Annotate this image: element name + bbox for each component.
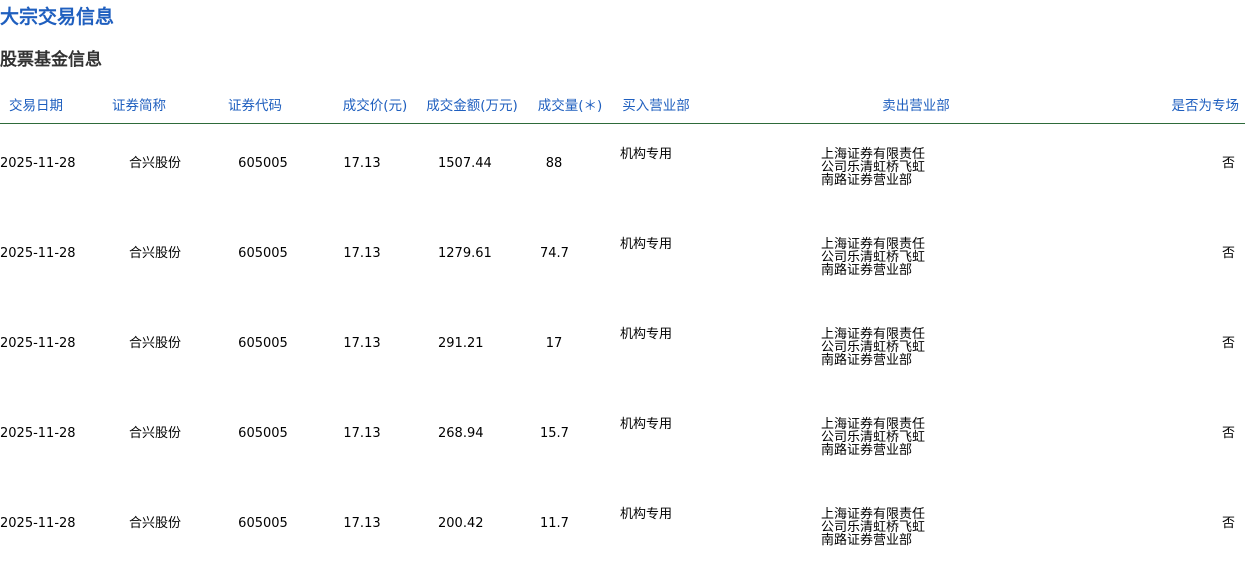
table-row: 2025-11-28 合兴股份 605005 17.13 1279.61 74.7 机构专用… <box>0 214 1245 304</box>
cell-security-name: 合兴股份 <box>128 516 181 531</box>
cell-price: 17.13 <box>343 336 381 351</box>
cell-special: 否 <box>1221 156 1235 171</box>
cell-volume: 15.7 <box>540 426 569 441</box>
cell-special: 否 <box>1221 516 1235 531</box>
cell-security-code: 605005 <box>238 156 288 171</box>
cell-buyer: 机构专用 <box>620 147 673 162</box>
cell-seller: 上海证券有限责任公司乐清虹桥飞虹南路证券营业部 <box>821 147 926 188</box>
cell-amount: 1507.44 <box>438 156 492 171</box>
header-security-code: 证券代码 <box>228 98 282 114</box>
cell-amount: 1279.61 <box>438 246 492 261</box>
cell-special: 否 <box>1221 336 1235 351</box>
cell-security-code: 605005 <box>238 516 288 531</box>
cell-seller: 上海证券有限责任公司乐清虹桥飞虹南路证券营业部 <box>821 327 926 368</box>
table-row: 2025-11-28 合兴股份 605005 17.13 268.94 15.7 机构专用 上… <box>0 394 1245 484</box>
cell-security-code: 605005 <box>238 336 288 351</box>
header-buyer: 买入营业部 <box>622 98 690 114</box>
cell-security-name: 合兴股份 <box>128 426 181 441</box>
cell-price: 17.13 <box>343 516 381 531</box>
header-volume: 成交量(＊) <box>537 98 603 114</box>
cell-buyer: 机构专用 <box>620 417 673 432</box>
cell-buyer: 机构专用 <box>620 507 673 522</box>
cell-buyer: 机构专用 <box>620 237 673 252</box>
header-amount: 成交金额(万元) <box>426 98 518 114</box>
cell-trade-date: 2025-11-28 <box>0 156 76 171</box>
header-price: 成交价(元) <box>342 98 408 114</box>
section-title: 股票基金信息 <box>0 50 102 70</box>
cell-price: 17.13 <box>343 156 381 171</box>
cell-security-name: 合兴股份 <box>128 246 181 261</box>
cell-trade-date: 2025-11-28 <box>0 336 76 351</box>
header-security-name: 证券简称 <box>112 98 166 114</box>
cell-amount: 291.21 <box>438 336 484 351</box>
cell-trade-date: 2025-11-28 <box>0 426 76 441</box>
cell-amount: 200.42 <box>438 516 484 531</box>
cell-volume: 74.7 <box>540 246 569 261</box>
cell-security-code: 605005 <box>238 426 288 441</box>
cell-volume: 88 <box>545 156 563 171</box>
cell-volume: 11.7 <box>540 516 569 531</box>
table-header: 交易日期 证券简称 证券代码 成交价(元) 成交金额(万元) 成交量(＊) 买入… <box>0 88 1245 124</box>
cell-seller: 上海证券有限责任公司乐清虹桥飞虹南路证券营业部 <box>821 417 926 458</box>
cell-price: 17.13 <box>343 246 381 261</box>
cell-security-code: 605005 <box>238 246 288 261</box>
page-title: 大宗交易信息 <box>0 6 115 28</box>
cell-buyer: 机构专用 <box>620 327 673 342</box>
cell-seller: 上海证券有限责任公司乐清虹桥飞虹南路证券营业部 <box>821 507 926 548</box>
cell-trade-date: 2025-11-28 <box>0 516 76 531</box>
cell-security-name: 合兴股份 <box>128 156 181 171</box>
header-special: 是否为专场 <box>1171 98 1240 114</box>
cell-security-name: 合兴股份 <box>128 336 181 351</box>
header-trade-date: 交易日期 <box>9 98 63 114</box>
cell-special: 否 <box>1221 246 1235 261</box>
table-row: 2025-11-28 合兴股份 605005 17.13 1507.44 88 机构专用 上海… <box>0 124 1245 214</box>
cell-trade-date: 2025-11-28 <box>0 246 76 261</box>
table-row: 2025-11-28 合兴股份 605005 17.13 291.21 17 机构专用 上海证… <box>0 304 1245 394</box>
cell-volume: 17 <box>545 336 563 351</box>
cell-special: 否 <box>1221 426 1235 441</box>
header-seller: 卖出营业部 <box>882 98 950 114</box>
table-row: 2025-11-28 合兴股份 605005 17.13 200.42 11.7 机构专用 上… <box>0 484 1245 574</box>
cell-seller: 上海证券有限责任公司乐清虹桥飞虹南路证券营业部 <box>821 237 926 278</box>
cell-amount: 268.94 <box>438 426 484 441</box>
cell-price: 17.13 <box>343 426 381 441</box>
